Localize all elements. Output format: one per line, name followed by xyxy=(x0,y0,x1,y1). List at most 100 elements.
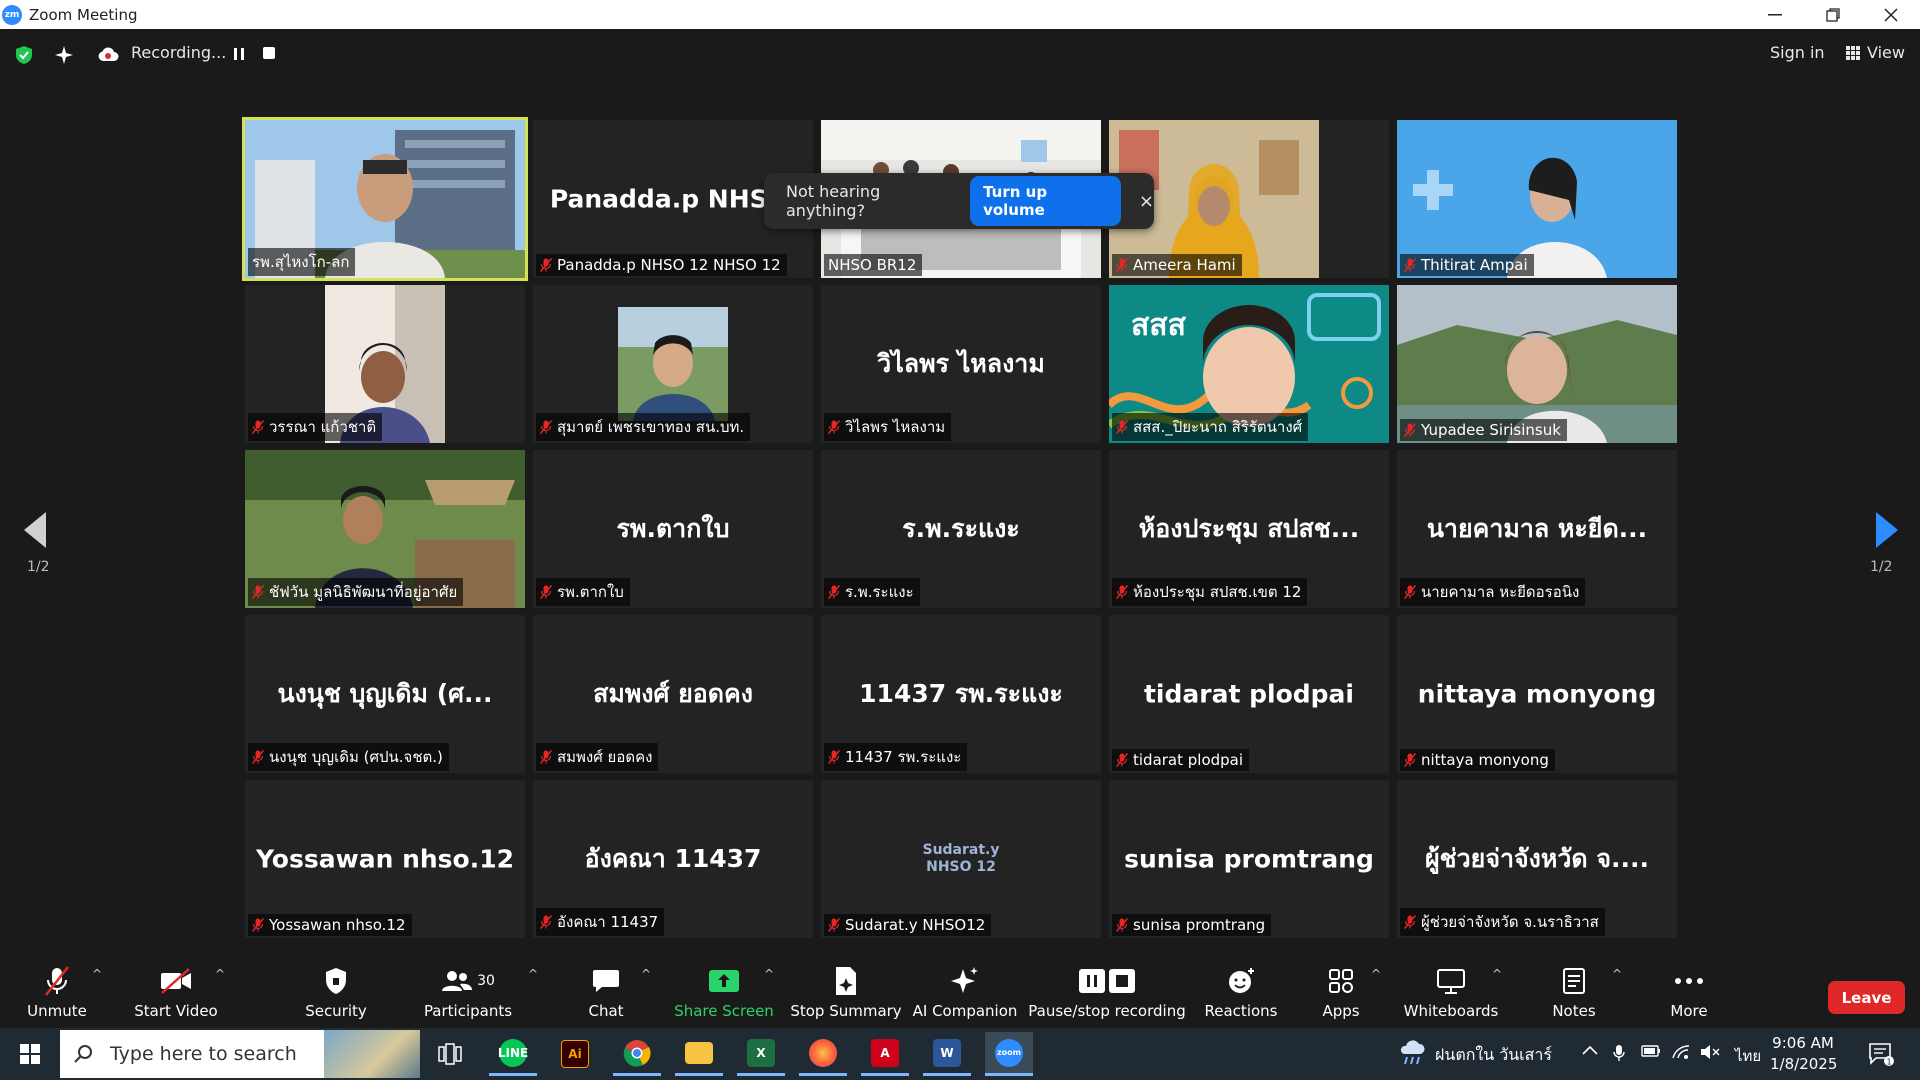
input-language[interactable]: ไทย xyxy=(1735,1044,1761,1068)
audio-options-chevron-icon[interactable]: ^ xyxy=(92,967,102,981)
next-page-icon[interactable] xyxy=(1870,510,1902,550)
microphone-tray-icon[interactable] xyxy=(1612,1044,1626,1066)
battery-tray-icon[interactable] xyxy=(1641,1044,1661,1062)
participant-tile[interactable]: รพ.สุไหงโก-ลก xyxy=(242,117,528,281)
participant-tile[interactable]: Thitirat Ampai xyxy=(1397,120,1677,278)
participant-tile[interactable]: นงนุช บุญเดิม (ศ... นงนุช บุญเดิม (ศปน.จช… xyxy=(245,615,525,773)
participant-tile[interactable]: tidarat plodpai tidarat plodpai xyxy=(1109,615,1389,773)
leave-button[interactable]: Leave xyxy=(1828,981,1905,1014)
notes-button[interactable]: Notes xyxy=(1548,955,1600,1028)
sign-in-link[interactable]: Sign in xyxy=(1770,43,1825,62)
participants-button[interactable]: 30 Participants xyxy=(424,955,512,1028)
illustrator-app-icon[interactable]: Ai xyxy=(551,1032,599,1076)
wifi-tray-icon[interactable] xyxy=(1671,1044,1691,1064)
task-view-icon[interactable] xyxy=(426,1032,474,1076)
search-placeholder: Type here to search xyxy=(110,1043,297,1065)
notifications-icon[interactable]: 1 xyxy=(1868,1042,1894,1066)
line-app-icon[interactable]: LINE xyxy=(489,1032,537,1076)
participant-label-text: วรรณา แก้วชาติ xyxy=(269,418,377,436)
participant-label: อังคณา 11437 xyxy=(536,908,665,936)
participant-tile[interactable]: นายคามาล หะยีด... นายคามาล หะยีดอรอนิง xyxy=(1397,450,1677,608)
mic-muted-icon xyxy=(1404,423,1416,437)
zoom-app-icon[interactable]: zoom xyxy=(985,1032,1033,1076)
participant-tile[interactable]: ชัฟวัน มูลนิธิพัฒนาที่อยู่อาศัย xyxy=(245,450,525,608)
turn-up-volume-button[interactable]: Turn up volume xyxy=(970,176,1121,226)
participant-tile[interactable]: วิไลพร ไหลงาม วิไลพร ไหลงาม xyxy=(821,285,1101,443)
weather-text[interactable]: ฝนตกใน วันเสาร์ xyxy=(1435,1043,1552,1068)
participant-tile[interactable]: Sudarat.y NHSO 12 Sudarat.y NHSO12 xyxy=(821,780,1101,938)
participant-tile[interactable]: Yupadee Sirisinsuk xyxy=(1397,285,1677,443)
participant-label-text: nittaya monyong xyxy=(1421,751,1549,769)
ai-sparkle-icon[interactable] xyxy=(54,45,74,65)
chrome-app-icon[interactable] xyxy=(613,1032,661,1076)
participant-tile[interactable]: สสส สสส._ปิยะนาถ สิริรัตนางศ์ xyxy=(1109,285,1389,443)
video-options-chevron-icon[interactable]: ^ xyxy=(215,967,225,981)
participant-tile[interactable]: sunisa promtrang sunisa promtrang xyxy=(1109,780,1389,938)
mic-muted-icon xyxy=(1404,753,1416,767)
more-button[interactable]: More xyxy=(1664,955,1714,1028)
file-explorer-icon[interactable] xyxy=(675,1032,723,1076)
participant-label: nittaya monyong xyxy=(1400,749,1555,771)
notes-chevron-icon[interactable]: ^ xyxy=(1612,967,1622,981)
firefox-app-icon[interactable] xyxy=(799,1032,847,1076)
view-button[interactable]: View xyxy=(1846,43,1905,62)
participant-tile[interactable]: 11437 รพ.ระแงะ 11437 รพ.ระแงะ xyxy=(821,615,1101,773)
share-screen-button[interactable]: Share Screen xyxy=(674,955,774,1028)
start-video-label: Start Video xyxy=(134,1002,218,1020)
participant-label: 11437 รพ.ระแงะ xyxy=(824,743,968,771)
taskbar-search-box[interactable]: Type here to search xyxy=(60,1030,420,1078)
weather-rain-icon[interactable] xyxy=(1398,1040,1428,1066)
apps-chevron-icon[interactable]: ^ xyxy=(1371,967,1381,981)
participant-label-text: tidarat plodpai xyxy=(1133,751,1244,769)
excel-app-icon[interactable]: X xyxy=(737,1032,785,1076)
minimize-button[interactable] xyxy=(1746,0,1804,29)
whiteboards-chevron-icon[interactable]: ^ xyxy=(1492,967,1502,981)
participants-chevron-icon[interactable]: ^ xyxy=(528,967,538,981)
whiteboards-button[interactable]: Whiteboards xyxy=(1403,955,1499,1028)
volume-muted-tray-icon[interactable] xyxy=(1700,1044,1720,1064)
stop-recording-icon[interactable] xyxy=(263,47,275,59)
participant-tile[interactable]: รพ.ตากใบ รพ.ตากใบ xyxy=(533,450,813,608)
participant-label: สมพงศ์ ยอดคง xyxy=(536,743,659,771)
tray-chevron-up-icon[interactable] xyxy=(1582,1044,1598,1060)
windows-start-icon[interactable] xyxy=(20,1044,40,1064)
mic-muted-icon xyxy=(252,585,264,599)
participant-tile[interactable]: ห้องประชุม สปสช... ห้องประชุม สปสช.เขต 12 xyxy=(1109,450,1389,608)
participant-label: Ameera Hami xyxy=(1112,254,1242,276)
mic-muted-icon xyxy=(45,966,69,996)
chat-button[interactable]: Chat xyxy=(576,955,636,1028)
pause-stop-recording-button[interactable]: Pause/stop recording xyxy=(1028,955,1186,1028)
video-off-icon xyxy=(161,968,191,994)
restore-button[interactable] xyxy=(1804,0,1862,29)
participant-tile[interactable]: สมพงศ์ ยอดคง สมพงศ์ ยอดคง xyxy=(533,615,813,773)
participant-tile[interactable]: Yossawan nhso.12 Yossawan nhso.12 xyxy=(245,780,525,938)
participant-tile[interactable]: สุมาตย์ เพชรเขาทอง สน.บท. xyxy=(533,285,813,443)
security-button[interactable]: Security xyxy=(303,955,369,1028)
taskbar-clock[interactable]: 9:06 AM 1/8/2025 xyxy=(1770,1033,1837,1075)
encryption-shield-icon[interactable] xyxy=(14,45,34,65)
participant-label-text: นงนุช บุญเดิม (ศปน.จชต.) xyxy=(269,748,443,766)
participant-tile[interactable]: ผู้ช่วยจ่าจังหวัด จ.... ผู้ช่วยจ่าจังหวัด… xyxy=(1397,780,1677,938)
participant-label: sunisa promtrang xyxy=(1112,914,1272,936)
participant-tile[interactable]: อังคณา 11437 อังคณา 11437 xyxy=(533,780,813,938)
stop-summary-button[interactable]: Stop Summary xyxy=(790,955,902,1028)
reactions-button[interactable]: Reactions xyxy=(1202,955,1280,1028)
chat-chevron-icon[interactable]: ^ xyxy=(641,967,651,981)
participant-label: tidarat plodpai xyxy=(1112,749,1250,771)
participant-tile[interactable]: วรรณา แก้วชาติ xyxy=(245,285,525,443)
apps-button[interactable]: Apps xyxy=(1316,955,1366,1028)
word-app-icon[interactable]: W xyxy=(923,1032,971,1076)
start-video-button[interactable]: Start Video xyxy=(133,955,219,1028)
previous-page-icon[interactable] xyxy=(20,510,52,550)
acrobat-app-icon[interactable]: A xyxy=(861,1032,909,1076)
toast-close-icon[interactable]: × xyxy=(1139,191,1154,212)
ai-companion-button[interactable]: AI Companion xyxy=(913,955,1017,1028)
pause-recording-icon[interactable] xyxy=(232,47,246,61)
participant-tile[interactable]: ร.พ.ระแงะ ร.พ.ระแงะ xyxy=(821,450,1101,608)
participant-tile[interactable]: nittaya monyong nittaya monyong xyxy=(1397,615,1677,773)
close-button[interactable] xyxy=(1862,0,1920,29)
share-chevron-icon[interactable]: ^ xyxy=(764,967,774,981)
mic-muted-icon xyxy=(828,585,840,599)
unmute-button[interactable]: Unmute xyxy=(24,955,90,1028)
mic-muted-icon xyxy=(540,585,552,599)
